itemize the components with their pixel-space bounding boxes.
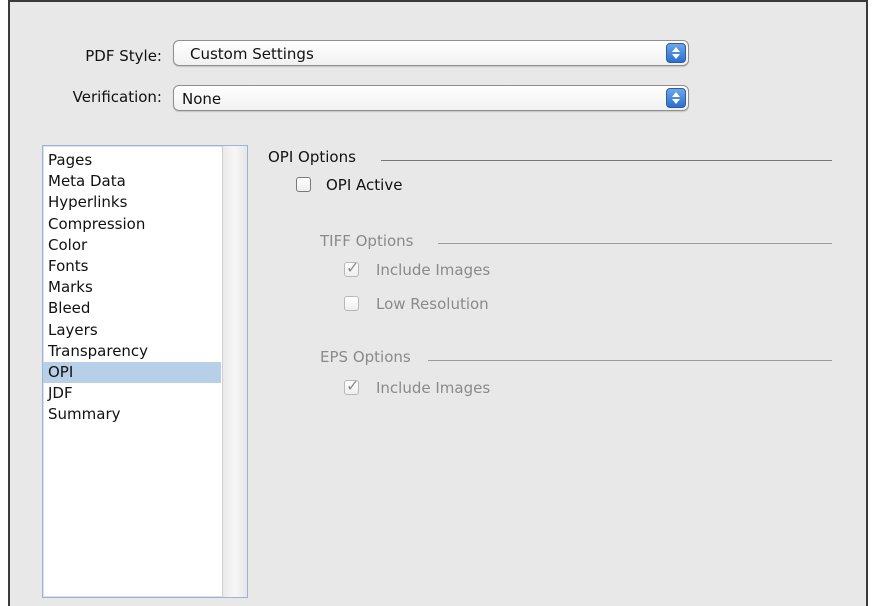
list-item-hyperlinks[interactable]: Hyperlinks [43,192,221,213]
list-item-jdf[interactable]: JDF [43,383,221,404]
pdf-style-value: Custom Settings [190,45,314,63]
popup-arrows-icon [666,43,686,63]
pdf-style-label: PDF Style: [85,47,162,65]
list-item-compression[interactable]: Compression [43,214,221,235]
tiff-include-images-label: Include Images [376,261,491,279]
pdf-style-popup[interactable]: Custom Settings [173,40,689,66]
checkmark-icon: ✓ [346,258,360,277]
verification-label: Verification: [72,88,162,106]
tiff-options-title: TIFF Options [320,232,414,250]
opi-options-title: OPI Options [268,148,356,166]
list-item-bleed[interactable]: Bleed [43,298,221,319]
category-list[interactable]: Pages Meta Data Hyperlinks Compression C… [42,145,248,598]
opi-active-checkbox[interactable] [296,177,311,192]
opi-active-label: OPI Active [326,176,403,194]
list-item-layers[interactable]: Layers [43,320,221,341]
opi-options-divider [381,160,832,161]
list-item-meta-data[interactable]: Meta Data [43,171,221,192]
list-item-color[interactable]: Color [43,235,221,256]
list-item-marks[interactable]: Marks [43,277,221,298]
tiff-include-images-checkbox[interactable]: ✓ [344,258,359,277]
list-item-transparency[interactable]: Transparency [43,341,221,362]
tiff-low-resolution-label: Low Resolution [376,295,489,313]
eps-include-images-checkbox[interactable]: ✓ [344,376,359,395]
eps-options-title: EPS Options [320,348,411,366]
list-item-opi[interactable]: OPI [43,361,221,384]
eps-options-divider [428,360,832,361]
list-scrollbar[interactable] [222,146,247,597]
list-item-pages[interactable]: Pages [43,150,221,171]
category-items: Pages Meta Data Hyperlinks Compression C… [43,150,221,425]
verification-value: None [182,90,222,108]
verification-popup[interactable]: None [173,85,689,111]
list-item-summary[interactable]: Summary [43,404,221,425]
checkmark-icon: ✓ [346,376,360,395]
list-item-fonts[interactable]: Fonts [43,256,221,277]
tiff-low-resolution-checkbox[interactable] [344,296,359,311]
popup-arrows-icon [666,88,686,108]
tiff-options-divider [438,243,832,244]
eps-include-images-label: Include Images [376,379,491,397]
